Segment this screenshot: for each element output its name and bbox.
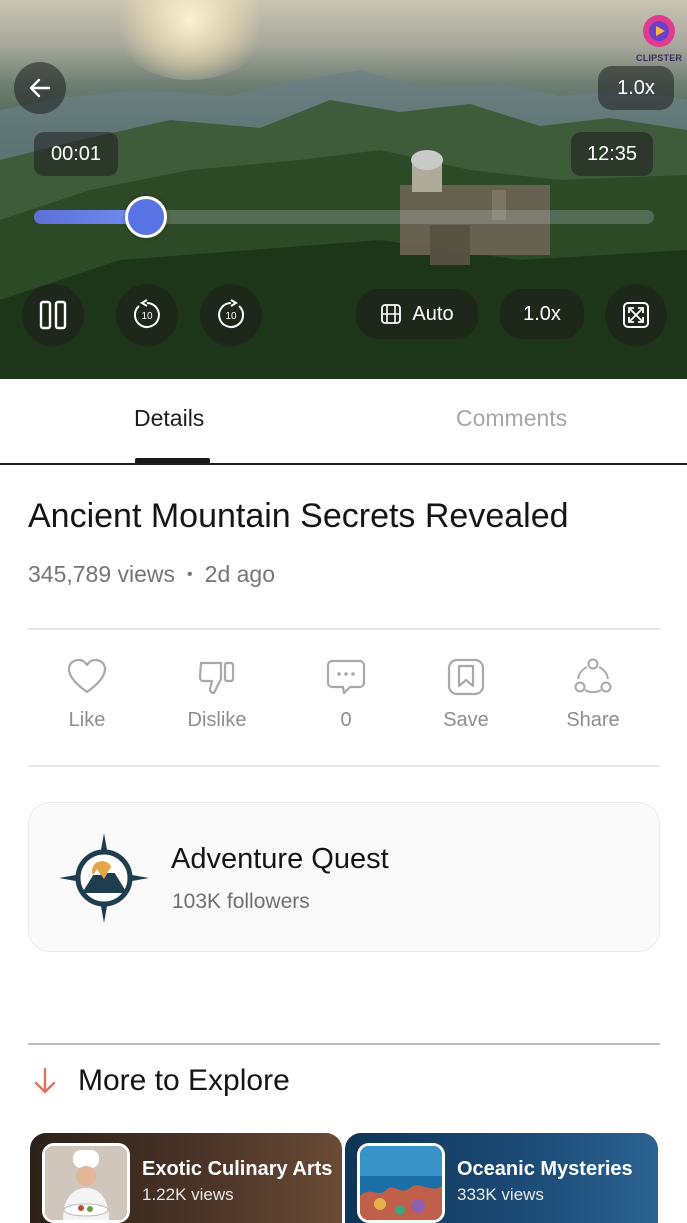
- playback-speed-badge[interactable]: 1.0x: [598, 66, 674, 110]
- comment-count-label: 0: [340, 709, 352, 731]
- fullscreen-button[interactable]: [605, 284, 667, 346]
- dislike-label: Dislike: [187, 709, 247, 731]
- divider: [28, 765, 660, 767]
- quality-label: Auto: [412, 302, 454, 325]
- channel-card[interactable]: Adventure Quest 103K followers: [28, 802, 660, 952]
- arrow-down-icon: [34, 1067, 56, 1094]
- card-title: Oceanic Mysteries: [457, 1158, 633, 1180]
- card-title: Exotic Culinary Arts: [142, 1158, 333, 1180]
- video-title: Ancient Mountain Secrets Revealed: [28, 497, 569, 535]
- upload-age: 2d ago: [204, 561, 276, 587]
- total-time: 12:35: [571, 132, 653, 176]
- rewind-seconds: 10: [141, 311, 153, 322]
- coral-reef-thumbnail-image: [360, 1146, 442, 1220]
- chef-thumbnail-image: [45, 1146, 127, 1220]
- video-meta: 345,789 views • 2d ago: [28, 561, 275, 588]
- share-icon: [574, 658, 612, 694]
- explore-card[interactable]: Exotic Culinary Arts 1.22K views: [30, 1133, 342, 1223]
- forward-seconds: 10: [225, 311, 237, 322]
- view-count: 345,789 views: [28, 561, 176, 587]
- film-icon: [380, 303, 402, 325]
- save-label: Save: [443, 709, 489, 731]
- section-title: More to Explore: [78, 1064, 290, 1097]
- pause-icon: [39, 300, 67, 330]
- divider: [28, 628, 660, 630]
- pause-button[interactable]: [22, 284, 84, 346]
- seek-bar[interactable]: [34, 196, 654, 238]
- brand-name: CLIPSTER: [636, 53, 683, 63]
- thumbs-down-icon: [198, 661, 235, 695]
- like-button[interactable]: Like: [32, 655, 142, 732]
- compass-mountain-logo: [59, 833, 149, 923]
- video-player[interactable]: CLIPSTER 1.0x 00:01 12:35 10 10 Auto 1.0…: [0, 0, 687, 379]
- fullscreen-icon: [623, 302, 649, 328]
- card-views: 1.22K views: [142, 1185, 234, 1204]
- tab-comments[interactable]: Comments: [456, 405, 567, 432]
- video-frame-landscape: [0, 70, 687, 379]
- meta-separator: •: [187, 565, 193, 583]
- quality-button[interactable]: Auto: [356, 289, 478, 339]
- card-thumbnail: [42, 1143, 130, 1223]
- tab-details[interactable]: Details: [134, 405, 204, 432]
- forward-icon: 10: [218, 299, 245, 328]
- channel-name: Adventure Quest: [171, 843, 389, 875]
- active-tab-indicator: [135, 458, 210, 463]
- section-divider: [28, 1043, 660, 1045]
- arrow-left-icon: [29, 78, 51, 98]
- card-thumbnail: [357, 1143, 445, 1223]
- heart-icon: [67, 658, 107, 694]
- channel-followers: 103K followers: [172, 890, 310, 913]
- current-time: 00:01: [34, 132, 118, 176]
- action-bar: Like Dislike 0 Save Share: [28, 655, 660, 745]
- bookmark-icon: [447, 658, 485, 696]
- comment-bubble-icon: [326, 659, 366, 695]
- rewind-10-button[interactable]: 10: [116, 284, 178, 346]
- rewind-icon: 10: [133, 299, 160, 328]
- share-label: Share: [566, 709, 620, 731]
- tab-bar: Details Comments: [0, 379, 687, 465]
- back-button[interactable]: [14, 62, 66, 114]
- speed-button[interactable]: 1.0x: [500, 289, 584, 339]
- card-views: 333K views: [457, 1185, 544, 1204]
- dislike-button[interactable]: Dislike: [162, 655, 272, 732]
- like-label: Like: [68, 709, 106, 731]
- clipster-logo-icon: [643, 15, 675, 47]
- comment-button[interactable]: 0: [291, 655, 401, 732]
- share-button[interactable]: Share: [538, 655, 648, 732]
- explore-card[interactable]: Oceanic Mysteries 333K views: [345, 1133, 658, 1223]
- save-button[interactable]: Save: [411, 655, 521, 732]
- brand-watermark: CLIPSTER: [636, 14, 682, 63]
- forward-10-button[interactable]: 10: [200, 284, 262, 346]
- seek-bar-handle[interactable]: [124, 196, 167, 238]
